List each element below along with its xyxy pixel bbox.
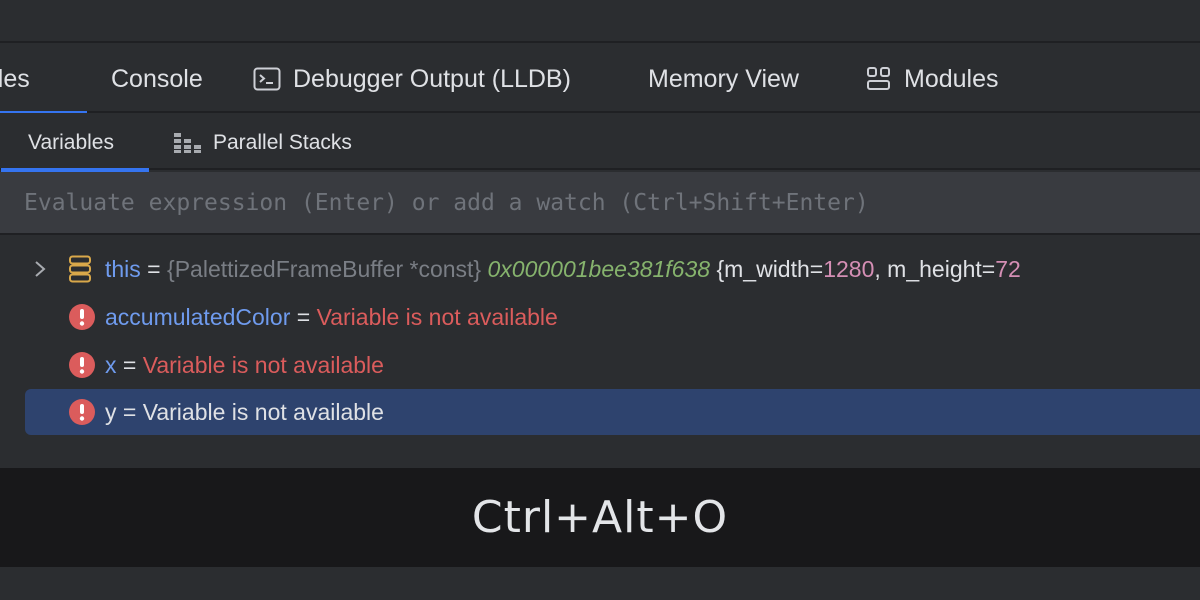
variables-sub-tab-bar: Variables Parallel Stacks [0, 115, 1200, 172]
variable-text: accumulatedColor = Variable is not avail… [105, 304, 558, 331]
evaluate-expression-bar [0, 172, 1200, 235]
equals-sign: = [290, 303, 317, 330]
shortcut-overlay: Ctrl+Alt+O [0, 468, 1200, 567]
tab-label: Parallel Stacks [213, 130, 352, 154]
fields-text: , m_height= [874, 255, 996, 282]
equals-sign: = [116, 398, 143, 425]
equals-sign: = [140, 255, 168, 282]
parallel-stacks-icon [173, 132, 201, 154]
variable-type: {PalettizedFrameBuffer *const} [167, 255, 488, 282]
variable-error-value: Variable is not available [142, 351, 384, 378]
variable-name: this [105, 255, 141, 282]
tab-label: Variables [28, 130, 114, 154]
variable-name: x [105, 351, 117, 378]
window-bottom-area [0, 567, 1200, 600]
tab-modules[interactable]: Modules [866, 45, 999, 113]
window-top-area [0, 0, 1200, 43]
error-icon [68, 398, 96, 426]
variable-error-value: Variable is not available [316, 303, 558, 330]
error-icon [68, 351, 96, 379]
tab-debugger-output[interactable]: Debugger Output (LLDB) [253, 45, 571, 113]
tab-label: Memory View [648, 64, 799, 93]
field-m-height-value: 72 [995, 255, 1021, 282]
tab-label: ables [0, 64, 30, 93]
variable-row-y[interactable]: y = Variable is not available [25, 389, 1200, 435]
variable-row-accumulatedcolor[interactable]: accumulatedColor = Variable is not avail… [0, 294, 1200, 340]
equals-sign: = [116, 351, 143, 378]
tab-memory-view[interactable]: Memory View [648, 45, 799, 113]
object-fields-icon [68, 255, 92, 283]
fields-text: {m_width= [710, 255, 824, 282]
variable-row-x[interactable]: x = Variable is not available [0, 342, 1200, 388]
terminal-icon [253, 67, 281, 91]
debugger-tab-bar: ables Console Debugger Output (LLDB) Mem… [0, 45, 1200, 113]
shortcut-text: Ctrl+Alt+O [471, 492, 729, 543]
modules-icon [866, 66, 892, 92]
variable-name: accumulatedColor [105, 303, 291, 330]
variable-address: 0x000001bee381f638 [487, 255, 711, 282]
field-m-width-value: 1280 [823, 255, 875, 282]
subtab-variables[interactable]: Variables [1, 115, 149, 172]
tab-label: Debugger Output (LLDB) [293, 64, 571, 93]
tab-console[interactable]: Console [111, 45, 206, 113]
variable-text: y = Variable is not available [105, 399, 384, 426]
tab-label: Console [111, 64, 203, 93]
variable-name: y [105, 398, 117, 425]
evaluate-expression-input[interactable] [0, 172, 1200, 233]
error-icon [68, 303, 96, 331]
variable-text: this = {PalettizedFrameBuffer *const} 0x… [105, 256, 1021, 283]
variable-error-value: Variable is not available [142, 398, 384, 425]
variable-text: x = Variable is not available [105, 352, 384, 379]
tab-label: Modules [904, 64, 999, 93]
variable-row-this[interactable]: this = {PalettizedFrameBuffer *const} 0x… [0, 246, 1200, 292]
subtab-parallel-stacks[interactable]: Parallel Stacks [173, 115, 352, 170]
variables-tree: this = {PalettizedFrameBuffer *const} 0x… [0, 237, 1200, 467]
expand-chevron-icon[interactable] [31, 257, 49, 281]
tab-variables[interactable]: ables [0, 45, 87, 113]
